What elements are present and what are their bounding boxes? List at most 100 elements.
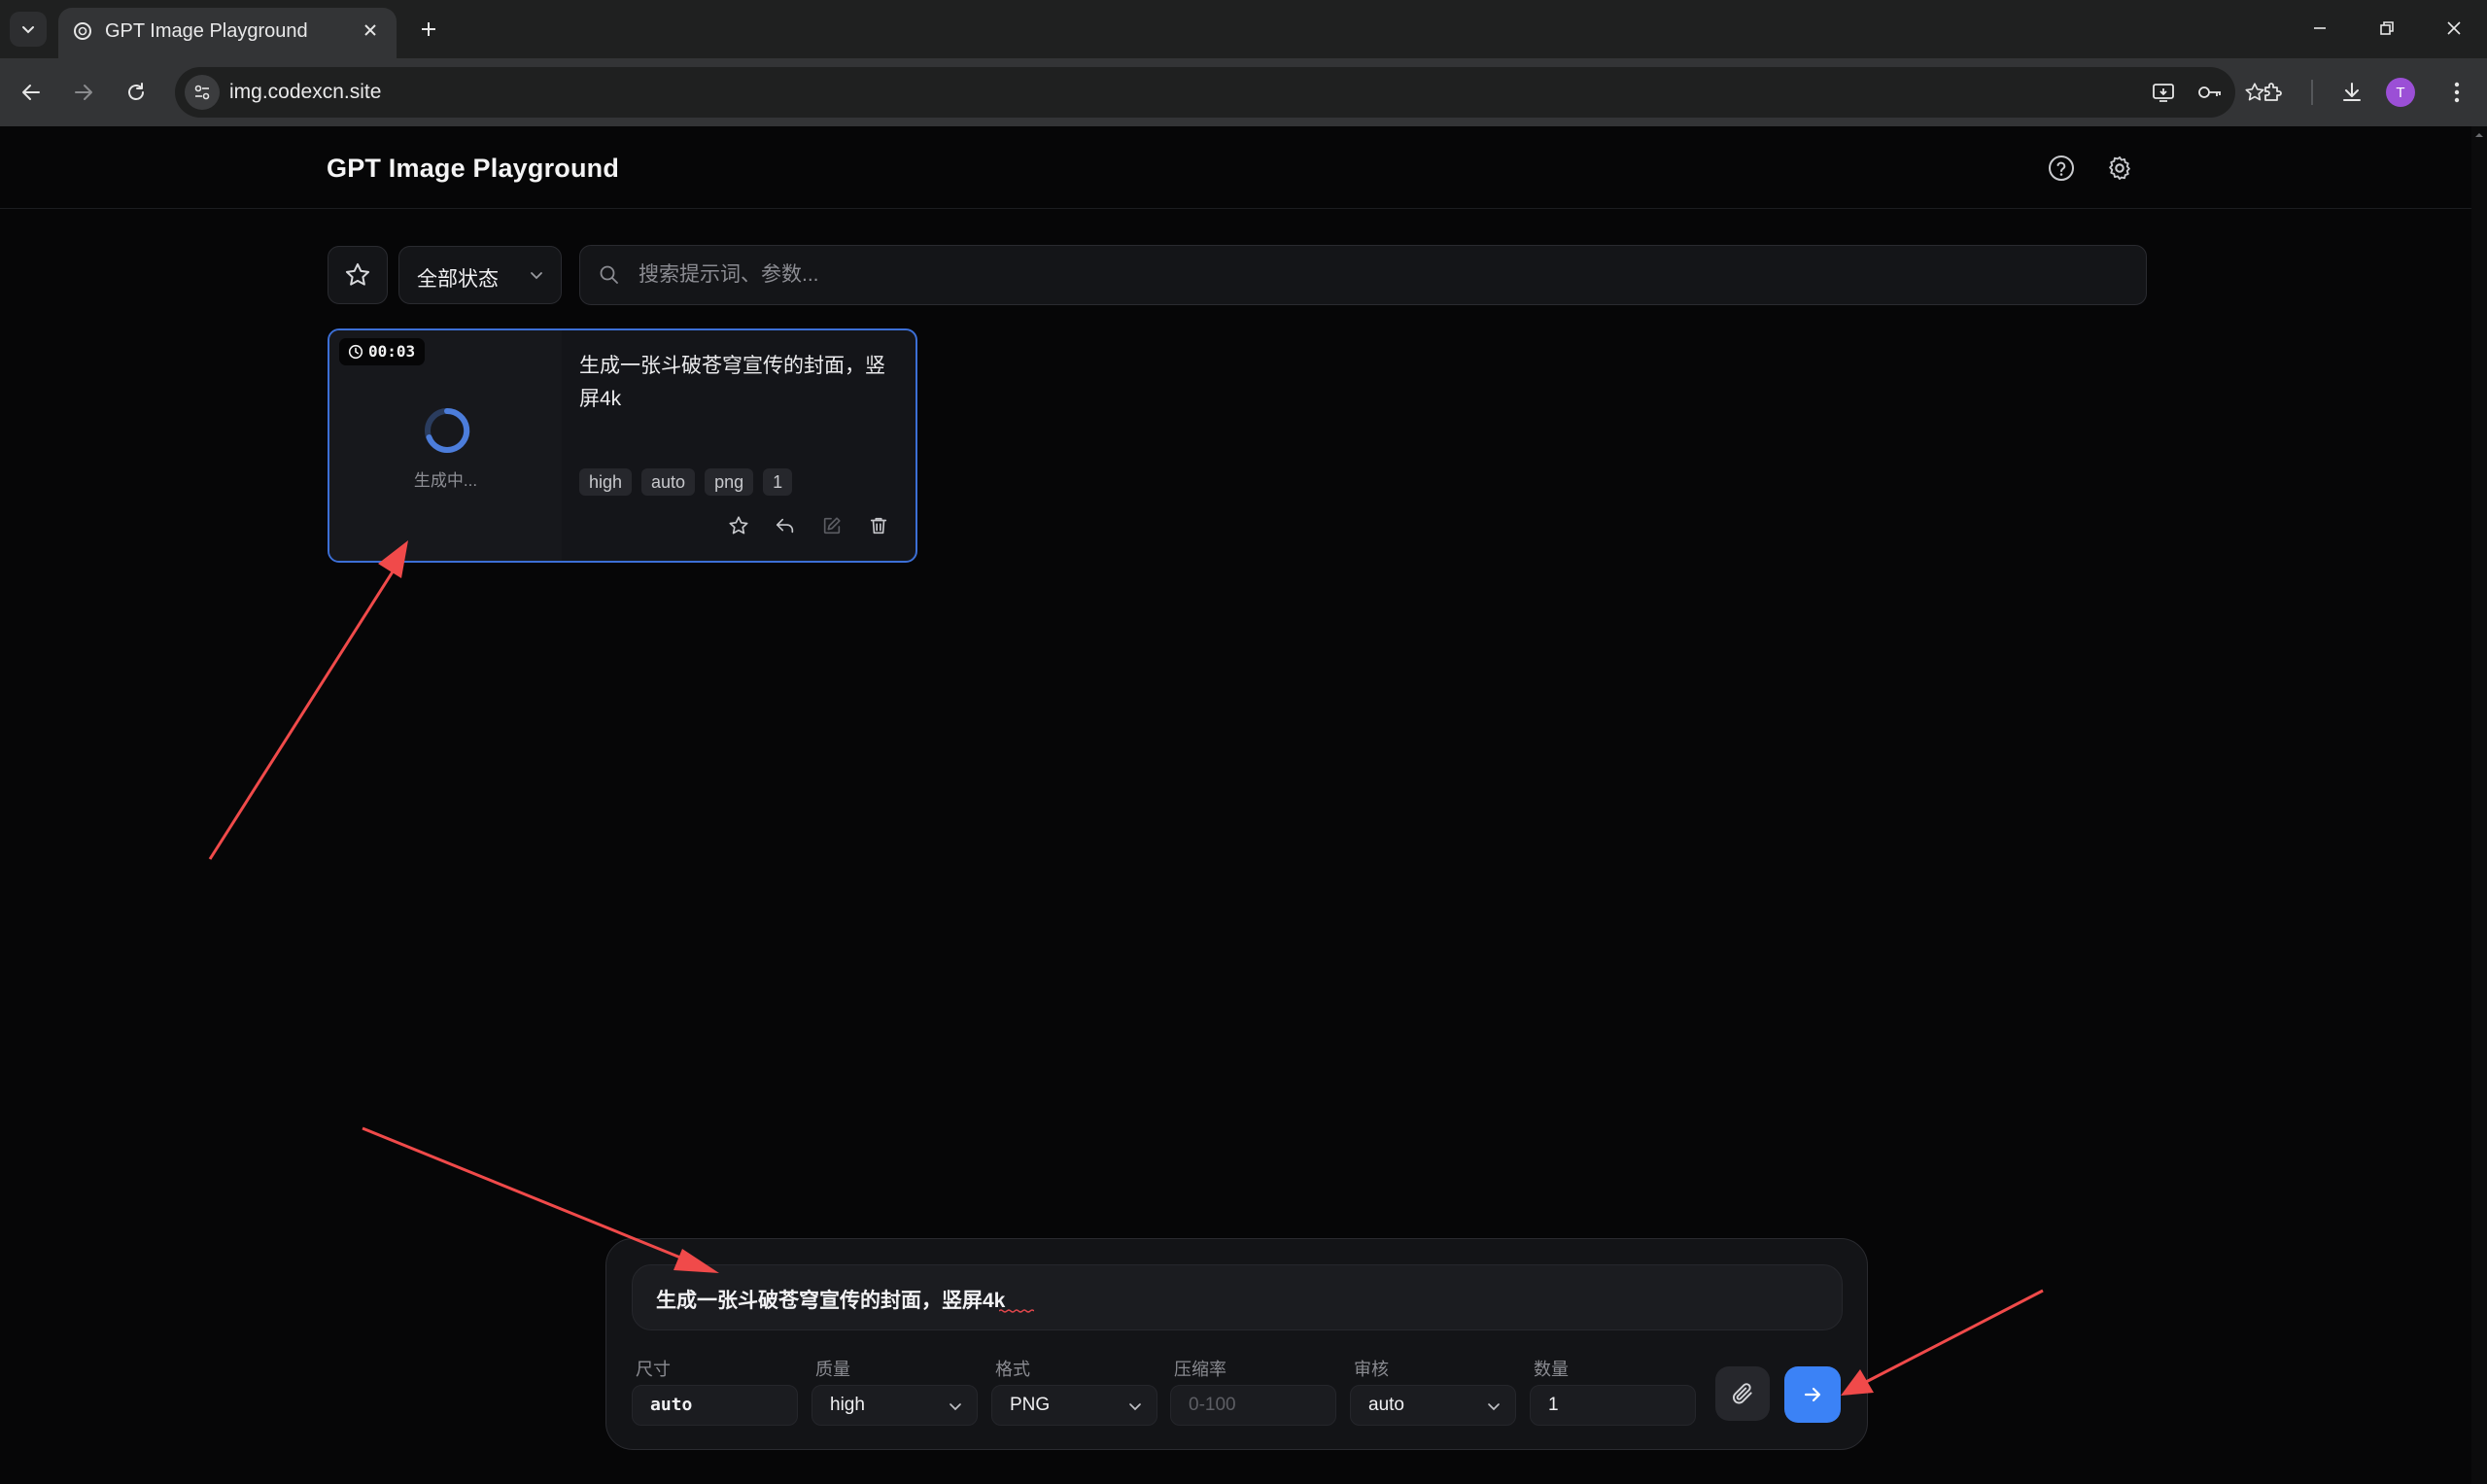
restore-window-button[interactable] <box>2365 10 2409 47</box>
install-app-icon <box>2153 84 2174 102</box>
downloads-button[interactable] <box>2331 71 2373 114</box>
arrow-to-task-card <box>208 540 408 860</box>
url-text: img.codexcn.site <box>229 81 382 103</box>
close-icon <box>364 24 376 36</box>
arrow-right-icon <box>75 85 92 100</box>
chevron-down-icon <box>22 26 34 34</box>
arrow-left-icon <box>22 85 40 100</box>
close-window-button[interactable] <box>2432 10 2476 47</box>
prompt-composer: 生成一张斗破苍穹宣传的封面，竖屏4k 尺寸 auto 质量 high 格式 PN… <box>605 1238 1868 1450</box>
favorite-task-button[interactable] <box>724 511 753 540</box>
openai-favicon-icon <box>74 22 91 40</box>
browser-toolbar: img.codexcn.site T <box>0 58 2487 126</box>
help-circle-icon <box>2049 155 2074 181</box>
quality-value: high <box>830 1395 865 1415</box>
browser-tab-active[interactable]: GPT Image Playground <box>58 8 397 58</box>
tag-count: 1 <box>763 468 793 496</box>
search-icon <box>600 265 618 284</box>
size-label: 尺寸 <box>636 1360 671 1379</box>
generation-status-text: 生成中... <box>413 471 478 490</box>
install-app-button[interactable] <box>2146 75 2181 110</box>
help-button[interactable] <box>2043 150 2080 187</box>
format-label: 格式 <box>995 1360 1030 1379</box>
arrow-to-send-button <box>1841 1289 2044 1396</box>
chevron-down-icon <box>1488 1403 1500 1411</box>
compression-input[interactable]: 0-100 <box>1170 1385 1336 1426</box>
browser-tab-title: GPT Image Playground <box>105 20 308 42</box>
task-param-tags: high auto png 1 <box>579 468 793 496</box>
password-manager-button[interactable] <box>2193 75 2228 110</box>
send-button[interactable] <box>1784 1366 1841 1423</box>
browser-tab-bar: GPT Image Playground <box>0 0 2487 58</box>
edit-task-button[interactable] <box>817 511 846 540</box>
search-input[interactable] <box>639 256 2096 294</box>
task-actions <box>724 511 893 540</box>
quality-select[interactable]: high <box>812 1385 978 1426</box>
trash-icon <box>870 517 887 535</box>
prompt-input[interactable]: 生成一张斗破苍穹宣传的封面，竖屏4k <box>632 1264 1843 1330</box>
new-tab-button[interactable] <box>412 13 445 46</box>
quality-label: 质量 <box>815 1360 850 1379</box>
task-thumbnail[interactable]: 00:03 生成中... <box>329 330 562 561</box>
profile-avatar[interactable]: T <box>2386 78 2415 107</box>
task-prompt-text: 生成一张斗破苍穹宣传的封面，竖屏4k <box>579 355 885 410</box>
edit-icon <box>823 517 841 535</box>
settings-button[interactable] <box>2101 150 2138 187</box>
arrow-right-icon <box>1804 1387 1821 1402</box>
size-field: 尺寸 auto <box>632 1356 798 1426</box>
address-bar[interactable]: img.codexcn.site <box>175 67 2264 118</box>
format-field: 格式 PNG <box>991 1356 1157 1426</box>
chevron-down-icon <box>950 1403 961 1411</box>
prompt-input-text: 生成一张斗破苍穹宣传的封面，竖屏4k <box>656 1290 1006 1312</box>
status-filter-select[interactable]: 全部状态 <box>398 246 562 304</box>
browser-menu-button[interactable] <box>2435 71 2478 114</box>
compression-label: 压缩率 <box>1174 1360 1226 1379</box>
plus-icon <box>422 22 435 36</box>
task-card[interactable]: 00:03 生成中... 生成一张斗破苍穹宣传的封面，竖屏4k high aut… <box>328 328 917 563</box>
paperclip-icon <box>1732 1383 1752 1404</box>
compression-field: 压缩率 0-100 <box>1170 1356 1336 1426</box>
count-field: 数量 1 <box>1530 1356 1696 1426</box>
moderation-field: 审核 auto <box>1350 1356 1516 1426</box>
star-icon <box>345 262 370 286</box>
puzzle-icon <box>2264 83 2282 101</box>
tab-search-button[interactable] <box>10 12 47 47</box>
app-title: GPT Image Playground <box>327 154 620 183</box>
reply-icon <box>776 518 794 534</box>
scroll-up-icon <box>2475 133 2483 137</box>
app-header: GPT Image Playground <box>0 126 2487 209</box>
back-button[interactable] <box>10 71 52 114</box>
elapsed-timer-text: 00:03 <box>368 342 416 361</box>
key-icon <box>2198 86 2221 98</box>
search-box <box>579 245 2147 305</box>
moderation-select[interactable]: auto <box>1350 1385 1516 1426</box>
format-select[interactable]: PNG <box>991 1385 1157 1426</box>
tab-close-button[interactable] <box>358 17 383 43</box>
site-info-button[interactable] <box>185 75 220 110</box>
extensions-button[interactable] <box>2252 71 2295 114</box>
delete-task-button[interactable] <box>864 511 893 540</box>
restore-icon <box>2380 21 2394 35</box>
reload-button[interactable] <box>115 71 157 114</box>
page-scrollbar[interactable] <box>2471 126 2487 1484</box>
format-value: PNG <box>1010 1395 1051 1415</box>
close-icon <box>2447 21 2461 35</box>
size-input[interactable]: auto <box>632 1385 798 1426</box>
reuse-prompt-button[interactable] <box>771 511 800 540</box>
gear-icon <box>2109 155 2130 181</box>
tag-size: auto <box>641 468 696 496</box>
moderation-value: auto <box>1368 1395 1404 1415</box>
chevron-down-icon <box>531 272 542 280</box>
favorites-filter-button[interactable] <box>328 246 388 304</box>
clock-icon <box>348 344 363 360</box>
count-label: 数量 <box>1534 1360 1569 1379</box>
attach-image-button[interactable] <box>1715 1366 1770 1421</box>
minimize-window-button[interactable] <box>2297 10 2342 47</box>
forward-button[interactable] <box>62 71 105 114</box>
moderation-label: 审核 <box>1354 1360 1389 1379</box>
count-input[interactable]: 1 <box>1530 1385 1696 1426</box>
loading-spinner-icon <box>425 407 470 453</box>
star-icon <box>729 516 748 535</box>
spellcheck-underline <box>999 1309 1034 1313</box>
reload-icon <box>128 83 144 100</box>
